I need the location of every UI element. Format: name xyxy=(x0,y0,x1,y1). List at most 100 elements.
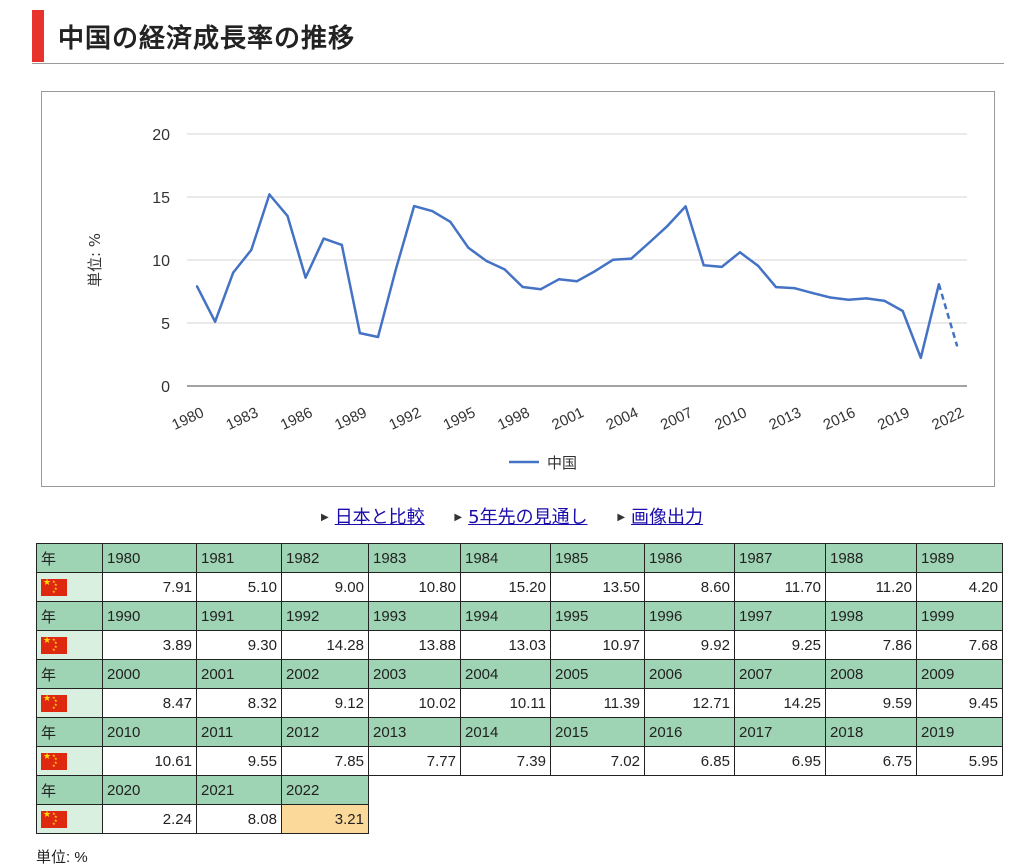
year-cell: 2005 xyxy=(550,659,645,689)
growth-value-cell: 13.03 xyxy=(460,630,551,660)
data-point xyxy=(195,285,199,288)
x-tick-label: 1983 xyxy=(224,404,261,434)
growth-value-cell: 10.61 xyxy=(102,746,197,776)
year-cell: 1985 xyxy=(550,543,645,573)
growth-value-cell: 13.50 xyxy=(550,572,645,602)
data-point xyxy=(394,267,398,271)
year-label: 年 xyxy=(36,775,103,805)
line-chart: 0 5 10 15 20 単位: % 1980 1983 1986 1989 1992 1995 199… xyxy=(86,127,967,472)
data-point xyxy=(575,279,579,283)
x-tick-label: 2013 xyxy=(766,404,803,434)
growth-value-cell: 13.88 xyxy=(368,630,461,660)
growth-value-cell: 7.02 xyxy=(550,746,645,776)
data-point xyxy=(648,241,651,244)
year-cell: 1990 xyxy=(102,601,197,631)
growth-value-cell: 5.10 xyxy=(196,572,282,602)
empty-cell xyxy=(917,805,1003,834)
x-tick-label: 1992 xyxy=(386,404,423,434)
year-cell: 2012 xyxy=(281,717,369,747)
chevron-right-icon: ▶ xyxy=(454,512,463,523)
growth-value-cell: 7.77 xyxy=(368,746,461,776)
growth-value-cell: 9.92 xyxy=(644,630,735,660)
china-flag-icon: ★ ★ ★ ★ ★ xyxy=(41,693,67,712)
growth-value-cell: 8.08 xyxy=(196,804,282,834)
year-cell: 1988 xyxy=(825,543,917,573)
data-point xyxy=(449,220,452,224)
y-axis-label: 単位: % xyxy=(86,233,104,287)
data-point xyxy=(485,259,488,263)
value-row: ★ ★ ★ ★ ★ 7.91 5.10 9.00 10.80 15.20 13.50 8.60 11.7… xyxy=(36,572,1003,602)
data-point xyxy=(756,264,760,267)
year-cell: 1996 xyxy=(644,601,735,631)
y-tick-label: 15 xyxy=(152,190,170,207)
empty-cell xyxy=(917,776,1003,805)
link-item-compare-japan: ▶ 日本と比較 xyxy=(321,503,425,529)
data-point xyxy=(955,344,959,347)
x-tick-label: 1995 xyxy=(441,404,478,434)
growth-value-cell: 10.80 xyxy=(368,572,461,602)
compare-japan-link[interactable]: 日本と比較 xyxy=(335,507,425,528)
y-tick-label: 0 xyxy=(161,379,170,396)
year-cell: 1993 xyxy=(368,601,461,631)
data-point xyxy=(702,263,705,267)
y-tick-label: 10 xyxy=(152,253,170,270)
year-cell: 2009 xyxy=(916,659,1003,689)
data-point xyxy=(304,276,307,279)
x-tick-label: 2007 xyxy=(658,404,695,434)
data-point xyxy=(521,285,524,289)
empty-cell xyxy=(735,805,826,834)
year-cell: 1989 xyxy=(916,543,1003,573)
year-label: 年 xyxy=(36,659,103,689)
growth-value-cell: 9.00 xyxy=(281,572,369,602)
value-row: ★ ★ ★ ★ ★ 10.61 9.55 7.85 7.77 7.39 7.02 6.85 6.95 6.… xyxy=(36,746,1003,776)
year-cell: 2017 xyxy=(734,717,826,747)
country-flag-cell: ★ ★ ★ ★ ★ xyxy=(36,630,103,660)
empty-cell xyxy=(461,776,551,805)
growth-value-cell: 6.75 xyxy=(825,746,917,776)
china-flag-icon: ★ ★ ★ ★ ★ xyxy=(41,577,67,596)
year-cell: 1997 xyxy=(734,601,826,631)
year-cell: 1992 xyxy=(281,601,369,631)
five-year-forecast-link[interactable]: 5年先の見通し xyxy=(468,507,587,528)
growth-value-cell: 4.20 xyxy=(916,572,1003,602)
year-cell: 2016 xyxy=(644,717,735,747)
year-cell: 2019 xyxy=(916,717,1003,747)
growth-value-cell: 2.24 xyxy=(102,804,197,834)
data-point xyxy=(919,356,923,359)
growth-value-cell: 8.32 xyxy=(196,688,282,718)
data-point xyxy=(738,251,742,254)
growth-value-cell: 10.02 xyxy=(368,688,461,718)
chevron-right-icon: ▶ xyxy=(617,512,626,523)
page-title: 中国の経済成長率の推移 xyxy=(58,24,356,54)
growth-value-cell: 9.25 xyxy=(734,630,826,660)
data-point xyxy=(666,224,669,228)
china-flag-icon: ★ ★ ★ ★ ★ xyxy=(41,809,67,828)
year-header-row: 年 2020 2021 2022 xyxy=(36,775,1003,805)
x-tick-label: 2016 xyxy=(821,404,858,434)
growth-value-cell: 5.95 xyxy=(916,746,1003,776)
data-point xyxy=(250,248,253,252)
growth-value-cell: 8.47 xyxy=(102,688,197,718)
year-cell: 2007 xyxy=(734,659,826,689)
empty-cell xyxy=(645,776,735,805)
data-point xyxy=(865,297,868,300)
year-cell: 2010 xyxy=(102,717,197,747)
growth-value-cell: 11.39 xyxy=(550,688,645,718)
country-flag-cell: ★ ★ ★ ★ ★ xyxy=(36,804,103,834)
growth-rate-table: 年 1980 1981 1982 1983 1984 1985 1986 1987 1988 198… xyxy=(36,543,1003,834)
year-cell: 1994 xyxy=(460,601,551,631)
x-tick-label: 1986 xyxy=(278,404,315,434)
empty-cell xyxy=(369,805,461,834)
series-line-china xyxy=(195,193,941,360)
data-point xyxy=(829,296,832,299)
growth-value-cell: 10.97 xyxy=(550,630,645,660)
data-point xyxy=(286,214,289,218)
year-cell: 2008 xyxy=(825,659,917,689)
data-point xyxy=(431,209,434,213)
image-export-link[interactable]: 画像出力 xyxy=(631,507,703,528)
empty-cell xyxy=(826,805,917,834)
y-tick-label: 5 xyxy=(161,316,170,333)
value-row: ★ ★ ★ ★ ★ 8.47 8.32 9.12 10.02 10.11 11.39 12.71 14.… xyxy=(36,688,1003,718)
data-point xyxy=(883,299,886,303)
year-cell: 2003 xyxy=(368,659,461,689)
